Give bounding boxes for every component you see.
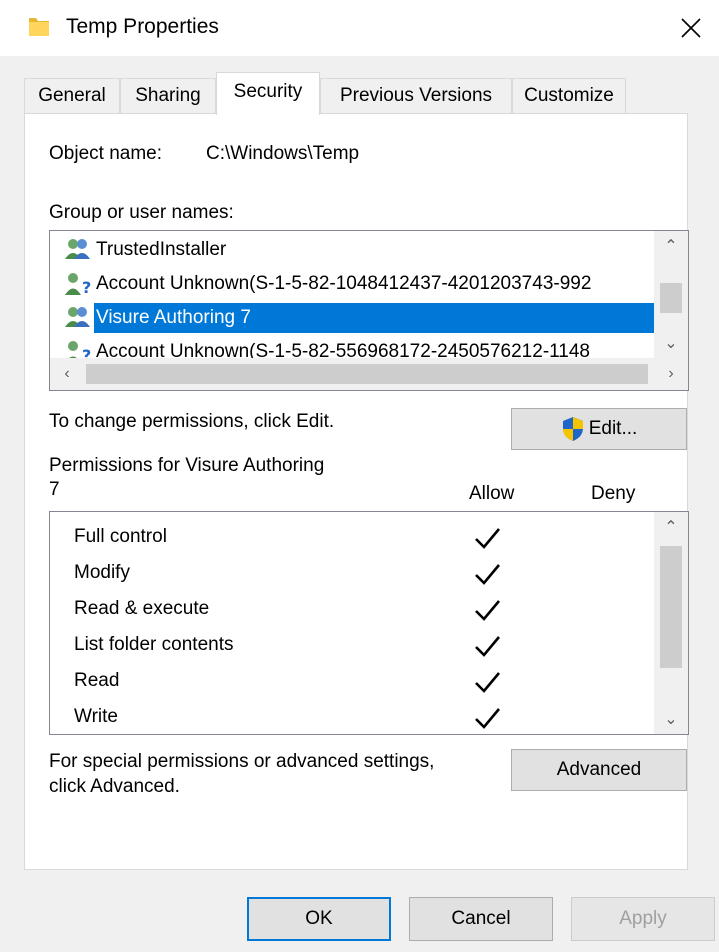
svg-text:?: ?	[82, 278, 91, 297]
permissions-for-label-line1: Permissions for Visure Authoring	[49, 455, 325, 476]
permission-name: Write	[74, 706, 118, 727]
object-name-label: Object name:	[49, 143, 162, 164]
list-item[interactable]: ? Account Unknown(S-1-5-82-1048412437-42…	[50, 267, 654, 301]
permission-row: Read & execute	[50, 591, 654, 627]
scroll-down-icon[interactable]: ⌄	[654, 704, 688, 734]
advanced-button[interactable]: Advanced	[511, 749, 687, 791]
scroll-thumb[interactable]	[660, 546, 682, 668]
user-group-icon	[65, 239, 90, 259]
list-item[interactable]: TrustedInstaller	[50, 233, 654, 267]
title-bar: Temp Properties	[0, 0, 719, 56]
scroll-left-icon[interactable]: ‹	[50, 358, 84, 390]
uac-shield-icon	[562, 417, 583, 441]
allow-column-header: Allow	[469, 483, 515, 504]
object-name-value: C:\Windows\Temp	[206, 143, 360, 164]
close-icon	[681, 18, 701, 38]
scroll-thumb[interactable]	[660, 283, 682, 313]
allow-check-icon	[475, 528, 500, 549]
tab-general[interactable]: General	[24, 78, 120, 114]
permissions-vscrollbar[interactable]: ⌃ ⌄	[654, 512, 688, 734]
user-name-selected: Visure Authoring 7	[94, 303, 654, 333]
permission-name: Read & execute	[74, 598, 210, 619]
edit-button[interactable]: Edit...	[511, 408, 687, 450]
ok-button[interactable]: OK	[247, 897, 391, 941]
group-user-label: Group or user names:	[49, 202, 234, 223]
scroll-right-icon[interactable]: ›	[654, 358, 688, 390]
close-button[interactable]	[663, 0, 719, 56]
permissions-for-label-line2: 7	[49, 479, 60, 500]
permission-row: List folder contents	[50, 627, 654, 663]
allow-check-icon	[475, 600, 500, 621]
user-name: Account Unknown(S-1-5-82-1048412437-4201…	[96, 273, 592, 294]
user-list[interactable]: TrustedInstaller ? Account Unknown(S-1-5…	[49, 230, 689, 391]
permission-name: List folder contents	[74, 634, 234, 655]
allow-check-icon	[475, 672, 500, 693]
tab-customize[interactable]: Customize	[512, 78, 626, 114]
folder-icon	[29, 18, 49, 36]
scroll-up-icon[interactable]: ⌃	[654, 231, 688, 261]
special-permissions-text-line2: click Advanced.	[49, 776, 180, 797]
deny-column-header: Deny	[591, 483, 636, 504]
security-panel: Object name: C:\Windows\Temp Group or us…	[24, 113, 689, 870]
tab-sharing[interactable]: Sharing	[120, 78, 216, 114]
allow-check-icon	[475, 564, 500, 585]
permission-row: Write	[50, 699, 654, 734]
tab-security[interactable]: Security	[216, 72, 320, 115]
permission-name: Read	[74, 670, 120, 691]
permission-name: Modify	[74, 562, 130, 583]
scroll-up-icon[interactable]: ⌃	[654, 512, 688, 542]
change-permissions-text: To change permissions, click Edit.	[49, 411, 335, 432]
scroll-down-icon[interactable]: ⌄	[654, 328, 688, 358]
user-name: TrustedInstaller	[96, 239, 227, 260]
special-permissions-text-line1: For special permissions or advanced sett…	[49, 751, 435, 772]
unknown-user-icon: ?	[65, 273, 91, 297]
permission-row: Read	[50, 663, 654, 699]
user-list-hscrollbar[interactable]: ‹ ›	[50, 358, 688, 390]
list-item[interactable]: Visure Authoring 7	[50, 301, 654, 335]
apply-button[interactable]: Apply	[571, 897, 715, 941]
permission-row: Full control	[50, 519, 654, 555]
tab-previous-versions[interactable]: Previous Versions	[320, 78, 512, 114]
permission-row: Modify	[50, 555, 654, 591]
allow-check-icon	[475, 708, 500, 729]
scroll-thumb[interactable]	[86, 364, 648, 384]
user-group-icon	[65, 307, 90, 327]
allow-check-icon	[475, 636, 500, 657]
permissions-list[interactable]: Full control Modify Read & execute List …	[49, 511, 689, 735]
window-title: Temp Properties	[66, 15, 219, 38]
permission-name: Full control	[74, 526, 167, 547]
user-list-vscrollbar[interactable]: ⌃ ⌄	[654, 231, 688, 358]
cancel-button[interactable]: Cancel	[409, 897, 553, 941]
